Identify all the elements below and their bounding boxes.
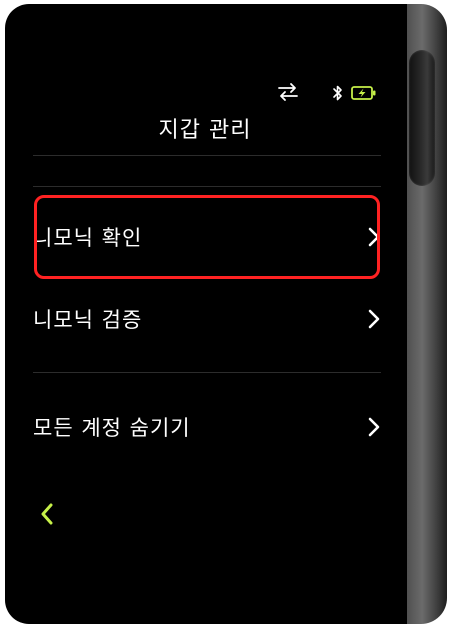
transfer-arrows-icon — [278, 83, 298, 101]
divider — [33, 155, 381, 156]
back-button[interactable] — [37, 500, 67, 532]
page-title: 지갑 관리 — [158, 118, 252, 143]
menu-item-label: 모든 계정 숨기기 — [33, 416, 191, 440]
chevron-right-icon — [368, 309, 380, 329]
highlight-annotation-box — [34, 195, 380, 279]
hardware-wallet-device: 지갑 관리 니모닉 확인 니모닉 검증 모든 계정 숨기기 — [5, 4, 447, 624]
divider — [33, 186, 381, 187]
side-button[interactable] — [409, 50, 435, 186]
battery-charging-icon — [351, 86, 376, 100]
menu-item-verify-mnemonic[interactable]: 니모닉 검증 — [33, 289, 381, 349]
chevron-left-icon — [41, 503, 53, 525]
menu-item-label: 니모닉 검증 — [33, 308, 143, 332]
bluetooth-icon — [333, 85, 342, 101]
divider — [33, 372, 381, 373]
menu-item-hide-all-accounts[interactable]: 모든 계정 숨기기 — [33, 397, 381, 457]
chevron-right-icon — [368, 417, 380, 437]
device-screen: 지갑 관리 니모닉 확인 니모닉 검증 모든 계정 숨기기 — [5, 4, 407, 624]
status-bar — [5, 82, 407, 106]
